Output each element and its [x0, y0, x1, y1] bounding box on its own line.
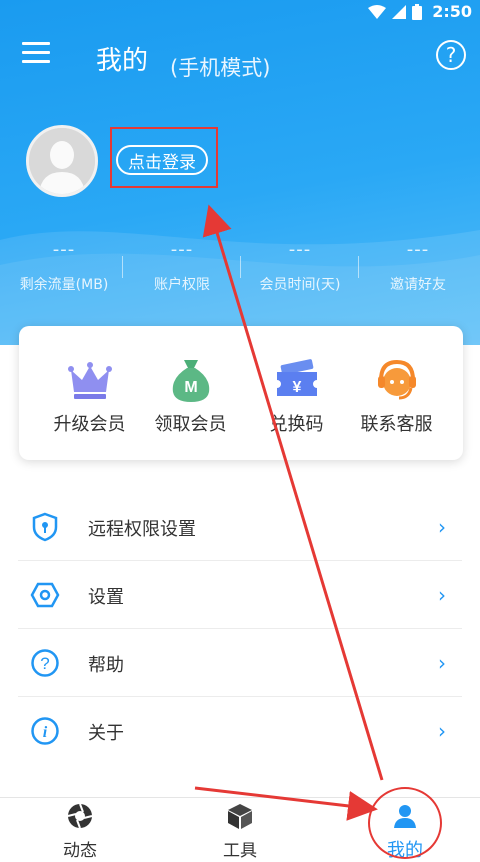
settings-menu-list: 远程权限设置 › 设置 › ? 帮助 › i 关于 ›	[18, 493, 462, 764]
menu-item-remote-permission[interactable]: 远程权限设置 ›	[18, 493, 462, 561]
box-icon	[228, 804, 252, 829]
chevron-right-icon: ›	[438, 515, 446, 539]
tab-tools[interactable]: 工具	[160, 802, 320, 861]
tab-label: 动态	[63, 841, 97, 861]
info-icon: i	[31, 717, 59, 745]
customer-service-icon	[377, 359, 416, 400]
redeem-code-button[interactable]: ¥ 兑换码	[241, 356, 352, 436]
svg-text:¥: ¥	[292, 379, 301, 396]
stat-divider	[358, 256, 359, 278]
status-bar: 2:50	[0, 0, 480, 24]
hexagon-settings-icon	[30, 582, 60, 608]
svg-text:i: i	[43, 724, 48, 741]
page-subtitle: (手机模式)	[170, 56, 271, 80]
stat-label: 会员时间(天)	[259, 277, 341, 293]
feature-label: 联系客服	[360, 414, 433, 435]
stat-divider	[240, 256, 241, 278]
feature-label: 兑换码	[269, 414, 324, 435]
chevron-right-icon: ›	[438, 583, 446, 607]
battery-icon	[412, 4, 422, 20]
chevron-right-icon: ›	[438, 719, 446, 743]
default-avatar-icon	[29, 128, 95, 194]
claim-member-button[interactable]: M 领取会员	[135, 356, 246, 436]
stat-remaining-traffic[interactable]: --- 剩余流量(MB)	[4, 240, 124, 294]
help-icon[interactable]: ?	[436, 40, 466, 70]
status-icons	[368, 4, 422, 20]
stat-value: ---	[170, 239, 194, 260]
stat-invite-friends[interactable]: --- 邀请好友	[358, 240, 478, 294]
menu-item-label: 设置	[88, 587, 124, 608]
stat-label: 邀请好友	[390, 277, 446, 293]
tab-dynamic[interactable]: 动态	[0, 802, 160, 861]
feature-label: 升级会员	[53, 414, 126, 435]
stat-value: ---	[406, 239, 430, 260]
menu-item-help[interactable]: ? 帮助 ›	[18, 629, 462, 697]
status-time: 2:50	[432, 2, 472, 21]
page-title: 我的	[96, 46, 149, 76]
stat-label: 剩余流量(MB)	[19, 277, 109, 293]
stat-value: ---	[52, 239, 76, 260]
upgrade-member-button[interactable]: 升级会员	[34, 356, 145, 436]
menu-item-about[interactable]: i 关于 ›	[18, 697, 462, 764]
aperture-icon	[67, 803, 93, 829]
ticket-icon: ¥	[276, 359, 317, 396]
avatar[interactable]	[26, 125, 98, 197]
contact-support-button[interactable]: 联系客服	[341, 356, 452, 436]
wifi-icon	[368, 5, 386, 19]
feature-card: 升级会员 M 领取会员 ¥ 兑换码 联系客服	[19, 326, 463, 460]
shield-icon	[32, 512, 58, 542]
stat-account-permission[interactable]: --- 账户权限	[122, 240, 242, 294]
menu-item-label: 帮助	[88, 655, 124, 676]
chevron-right-icon: ›	[438, 651, 446, 675]
feature-label: 领取会员	[154, 414, 227, 435]
money-bag-icon: M	[172, 360, 209, 402]
menu-item-settings[interactable]: 设置 ›	[18, 561, 462, 629]
stat-value: ---	[288, 239, 312, 260]
stat-label: 账户权限	[154, 277, 210, 293]
stat-membership-days[interactable]: --- 会员时间(天)	[240, 240, 360, 294]
annotation-circle	[368, 787, 442, 859]
stat-divider	[122, 256, 123, 278]
hamburger-menu-icon[interactable]	[22, 42, 50, 64]
menu-item-label: 关于	[88, 723, 124, 744]
svg-text:?: ?	[40, 654, 49, 673]
svg-text:M: M	[184, 379, 197, 396]
crown-icon	[67, 362, 112, 399]
signal-icon	[392, 5, 406, 19]
question-icon: ?	[31, 649, 59, 677]
menu-item-label: 远程权限设置	[88, 519, 196, 540]
annotation-highlight-box	[110, 127, 218, 188]
tab-label: 工具	[223, 841, 257, 861]
